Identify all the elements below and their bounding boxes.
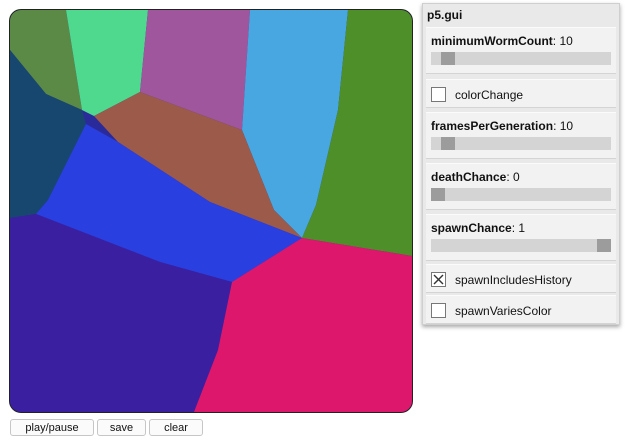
frames-per-generation-control: framesPerGeneration: 10 <box>426 112 616 159</box>
frames-per-generation-slider-handle[interactable] <box>440 137 455 150</box>
checkmark-x-icon <box>433 274 444 285</box>
spawn-includes-history-label: spawnIncludesHistory <box>455 273 572 287</box>
spawn-includes-history-checkbox[interactable] <box>431 272 446 287</box>
color-change-checkbox[interactable] <box>431 87 446 102</box>
minimum-worm-count-label: minimumWormCount <box>431 34 553 48</box>
death-chance-control: deathChance: 0 <box>426 163 616 210</box>
minimum-worm-count-slider[interactable] <box>431 52 611 65</box>
worm-regions <box>10 10 412 412</box>
minimum-worm-count-value: 10 <box>559 34 573 48</box>
spawn-varies-color-label: spawnVariesColor <box>455 304 552 318</box>
spawn-chance-label: spawnChance <box>431 221 512 235</box>
minimum-worm-count-slider-handle[interactable] <box>440 52 455 65</box>
spawn-chance-control: spawnChance: 1 <box>426 214 616 261</box>
death-chance-slider[interactable] <box>431 188 611 201</box>
death-chance-label: deathChance <box>431 170 507 184</box>
frames-per-generation-slider[interactable] <box>431 137 611 150</box>
save-button[interactable]: save <box>97 419 146 436</box>
death-chance-value: 0 <box>513 170 520 184</box>
spawn-chance-slider[interactable] <box>431 239 611 252</box>
play-pause-button[interactable]: play/pause <box>10 419 94 436</box>
spawn-chance-slider-handle[interactable] <box>597 239 611 252</box>
spawn-varies-color-checkbox[interactable] <box>431 303 446 318</box>
color-change-control: colorChange <box>426 79 616 108</box>
clear-button[interactable]: clear <box>149 419 203 436</box>
spawn-chance-value: 1 <box>518 221 526 235</box>
sketch-canvas[interactable] <box>9 9 413 413</box>
frames-per-generation-value: 10 <box>559 119 574 133</box>
gui-title: p5.gui <box>427 8 463 22</box>
p5-gui-panel: p5.gui minimumWormCount: 10 colorChange … <box>422 3 620 325</box>
minimum-worm-count-control: minimumWormCount: 10 <box>426 27 616 74</box>
frames-per-generation-label: framesPerGeneration <box>431 119 554 133</box>
death-chance-slider-handle[interactable] <box>431 188 445 201</box>
color-change-label: colorChange <box>455 88 524 102</box>
spawn-includes-history-control: spawnIncludesHistory <box>426 264 616 293</box>
spawn-varies-color-control: spawnVariesColor <box>426 295 616 324</box>
